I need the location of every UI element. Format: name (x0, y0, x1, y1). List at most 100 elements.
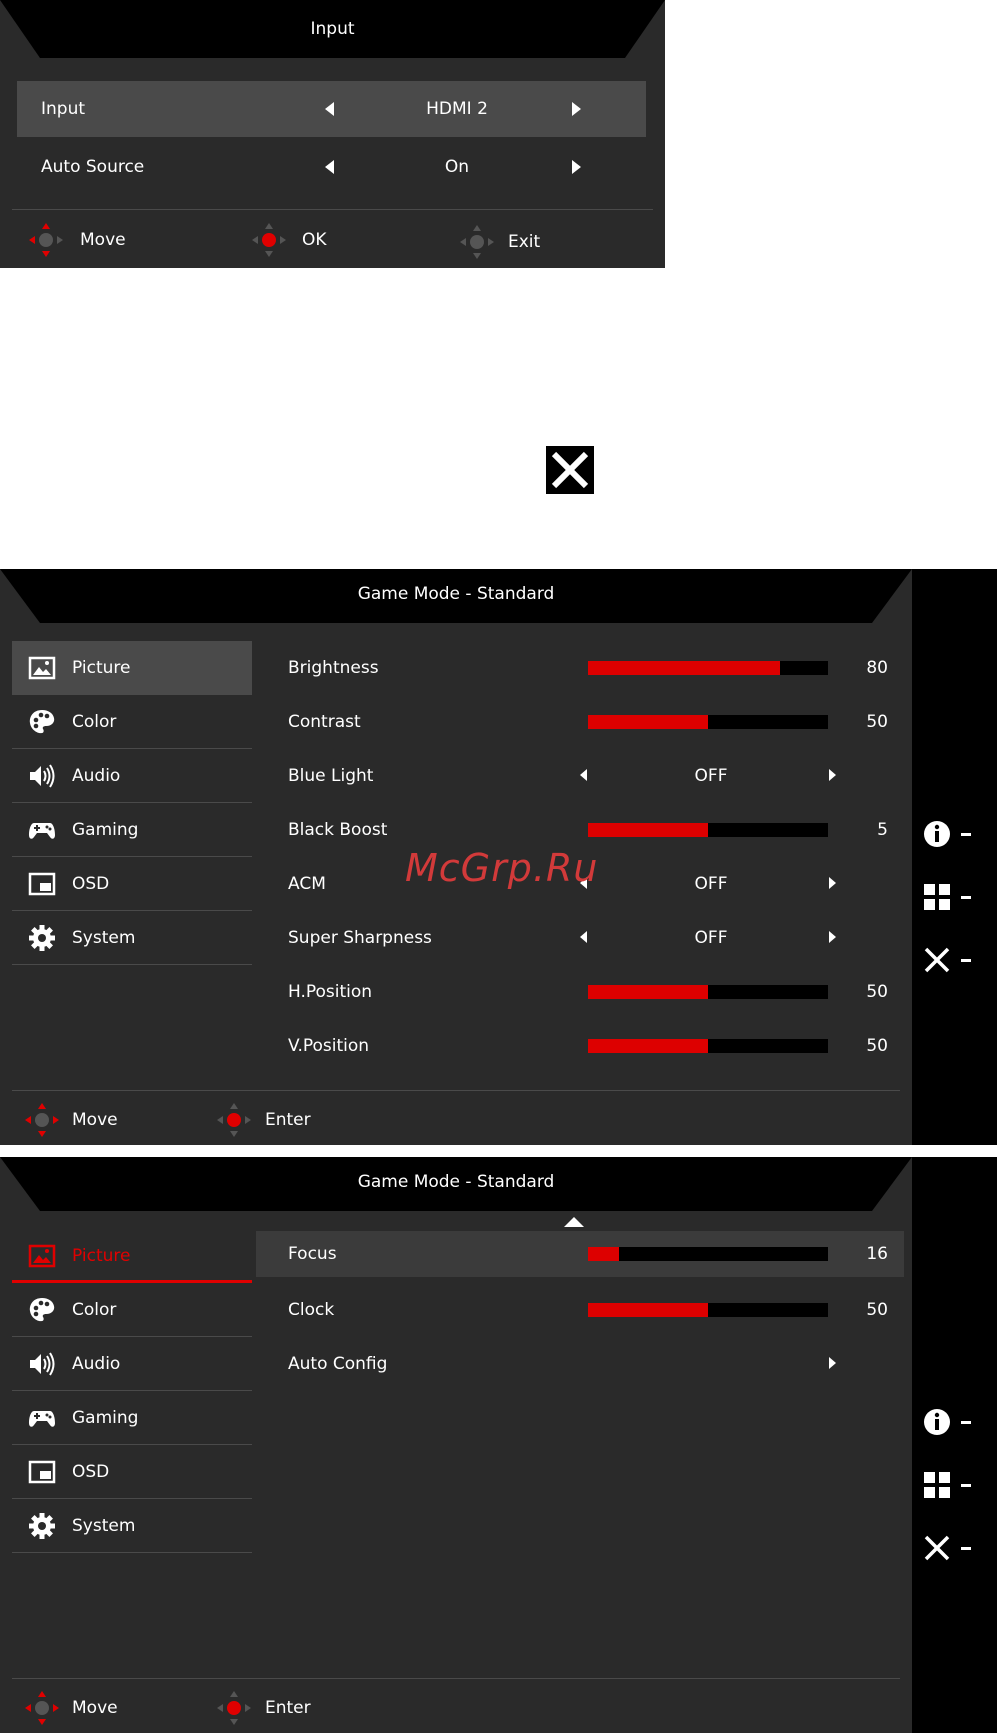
input-osd-panel: Input Input HDMI 2 Auto Source On Move O… (0, 0, 665, 268)
gear-icon (29, 1513, 55, 1539)
speaker-icon (30, 1352, 55, 1376)
joystick-move-icon (25, 1691, 59, 1725)
slider-fill (588, 823, 708, 837)
item-option: OFF (694, 928, 728, 948)
nav-item-system[interactable]: System (12, 911, 252, 965)
item-label: H.Position (288, 982, 373, 1002)
slider-fill (588, 715, 708, 729)
hint-move: Move (72, 1110, 118, 1130)
slider-fill (588, 661, 780, 675)
nav-label: Gaming (72, 820, 139, 840)
item-label: Black Boost (288, 820, 388, 840)
item-value: 16 (866, 1244, 888, 1264)
row-value: HDMI 2 (426, 99, 488, 119)
nav-item-picture[interactable]: Picture (12, 1229, 252, 1283)
joystick-ok-icon (252, 223, 286, 257)
nav-label: Color (72, 712, 117, 732)
osd-title: Game Mode - Standard (357, 1172, 555, 1192)
nav-item-audio[interactable]: Audio (12, 1337, 252, 1391)
joystick-move-icon (25, 1103, 59, 1137)
auto-source-row[interactable]: Auto Source On (17, 139, 646, 195)
nav-item-picture[interactable]: Picture (12, 641, 252, 695)
item-clock[interactable]: Clock 50 (256, 1283, 904, 1337)
item-blue-light[interactable]: Blue Light OFF (256, 749, 904, 803)
slider-fill (588, 985, 708, 999)
close-icon (924, 947, 950, 973)
item-brightness[interactable]: Brightness 80 (256, 641, 904, 695)
hint-move: Move (80, 230, 126, 250)
hint-move: Move (72, 1698, 118, 1718)
item-value: 80 (866, 658, 888, 678)
arrow-right-icon[interactable] (829, 877, 836, 889)
nav-item-osd[interactable]: OSD (12, 1445, 252, 1499)
dash-icon (961, 896, 971, 899)
dash-icon (961, 833, 971, 836)
arrow-right-icon[interactable] (829, 1357, 836, 1369)
nav-item-audio[interactable]: Audio (12, 749, 252, 803)
joystick-enter-icon (217, 1691, 251, 1725)
footer-divider (12, 1090, 900, 1091)
nav-label: OSD (72, 874, 110, 894)
item-label: Contrast (288, 712, 361, 732)
footer-divider (12, 1678, 900, 1679)
row-label: Input (41, 99, 86, 119)
dash-icon (961, 1547, 971, 1550)
item-focus[interactable]: Focus 16 (256, 1231, 904, 1277)
nav-item-osd[interactable]: OSD (12, 857, 252, 911)
picture-icon (28, 1244, 56, 1268)
nav-divider (12, 964, 252, 965)
arrow-left-icon[interactable] (580, 931, 587, 943)
gamepad-icon (29, 1411, 55, 1427)
focus-slider[interactable] (588, 1247, 828, 1261)
arrow-right-icon[interactable] (829, 769, 836, 781)
v-position-slider[interactable] (588, 1039, 828, 1053)
osd-title: Game Mode - Standard (357, 584, 555, 604)
contrast-slider[interactable] (588, 715, 828, 729)
exit-x-icon (546, 446, 594, 494)
h-position-slider[interactable] (588, 985, 828, 999)
clock-slider[interactable] (588, 1303, 828, 1317)
item-option: OFF (694, 766, 728, 786)
nav-item-color[interactable]: Color (12, 695, 252, 749)
item-label: Clock (288, 1300, 335, 1320)
nav-item-gaming[interactable]: Gaming (12, 1391, 252, 1445)
arrow-right-icon[interactable] (572, 102, 581, 116)
item-h-position[interactable]: H.Position 50 (256, 965, 904, 1019)
item-label: Auto Config (288, 1354, 388, 1374)
arrow-right-icon[interactable] (572, 160, 581, 174)
close-icon (551, 451, 589, 489)
item-label: Super Sharpness (288, 928, 432, 948)
input-row[interactable]: Input HDMI 2 (17, 81, 646, 137)
nav-label: Color (72, 1300, 117, 1320)
palette-icon (29, 710, 55, 734)
nav-label: Picture (72, 658, 131, 678)
gamepad-icon (29, 823, 55, 839)
item-auto-config[interactable]: Auto Config (256, 1337, 904, 1391)
hint-enter: Enter (265, 1698, 311, 1718)
close-icon (924, 1535, 950, 1561)
scroll-up-icon[interactable] (564, 1217, 584, 1227)
hint-enter: Enter (265, 1110, 311, 1130)
item-super-sharpness[interactable]: Super Sharpness OFF (256, 911, 904, 965)
arrow-left-icon[interactable] (325, 102, 334, 116)
arrow-right-icon[interactable] (829, 931, 836, 943)
nav-item-gaming[interactable]: Gaming (12, 803, 252, 857)
arrow-left-icon[interactable] (580, 769, 587, 781)
nav-item-system[interactable]: System (12, 1499, 252, 1553)
nav-label: Picture (72, 1246, 131, 1266)
speaker-icon (30, 764, 55, 788)
joystick-enter-icon (217, 1103, 251, 1137)
nav-item-color[interactable]: Color (12, 1283, 252, 1337)
item-option: OFF (694, 874, 728, 894)
dash-icon (961, 959, 971, 962)
item-contrast[interactable]: Contrast 50 (256, 695, 904, 749)
arrow-left-icon[interactable] (325, 160, 334, 174)
nav-divider (12, 1552, 252, 1553)
item-label: Brightness (288, 658, 379, 678)
hint-exit: Exit (508, 232, 541, 252)
item-label: ACM (288, 874, 326, 894)
brightness-slider[interactable] (588, 661, 828, 675)
black-boost-slider[interactable] (588, 823, 828, 837)
nav-label: Audio (72, 1354, 121, 1374)
item-v-position[interactable]: V.Position 50 (256, 1019, 904, 1073)
